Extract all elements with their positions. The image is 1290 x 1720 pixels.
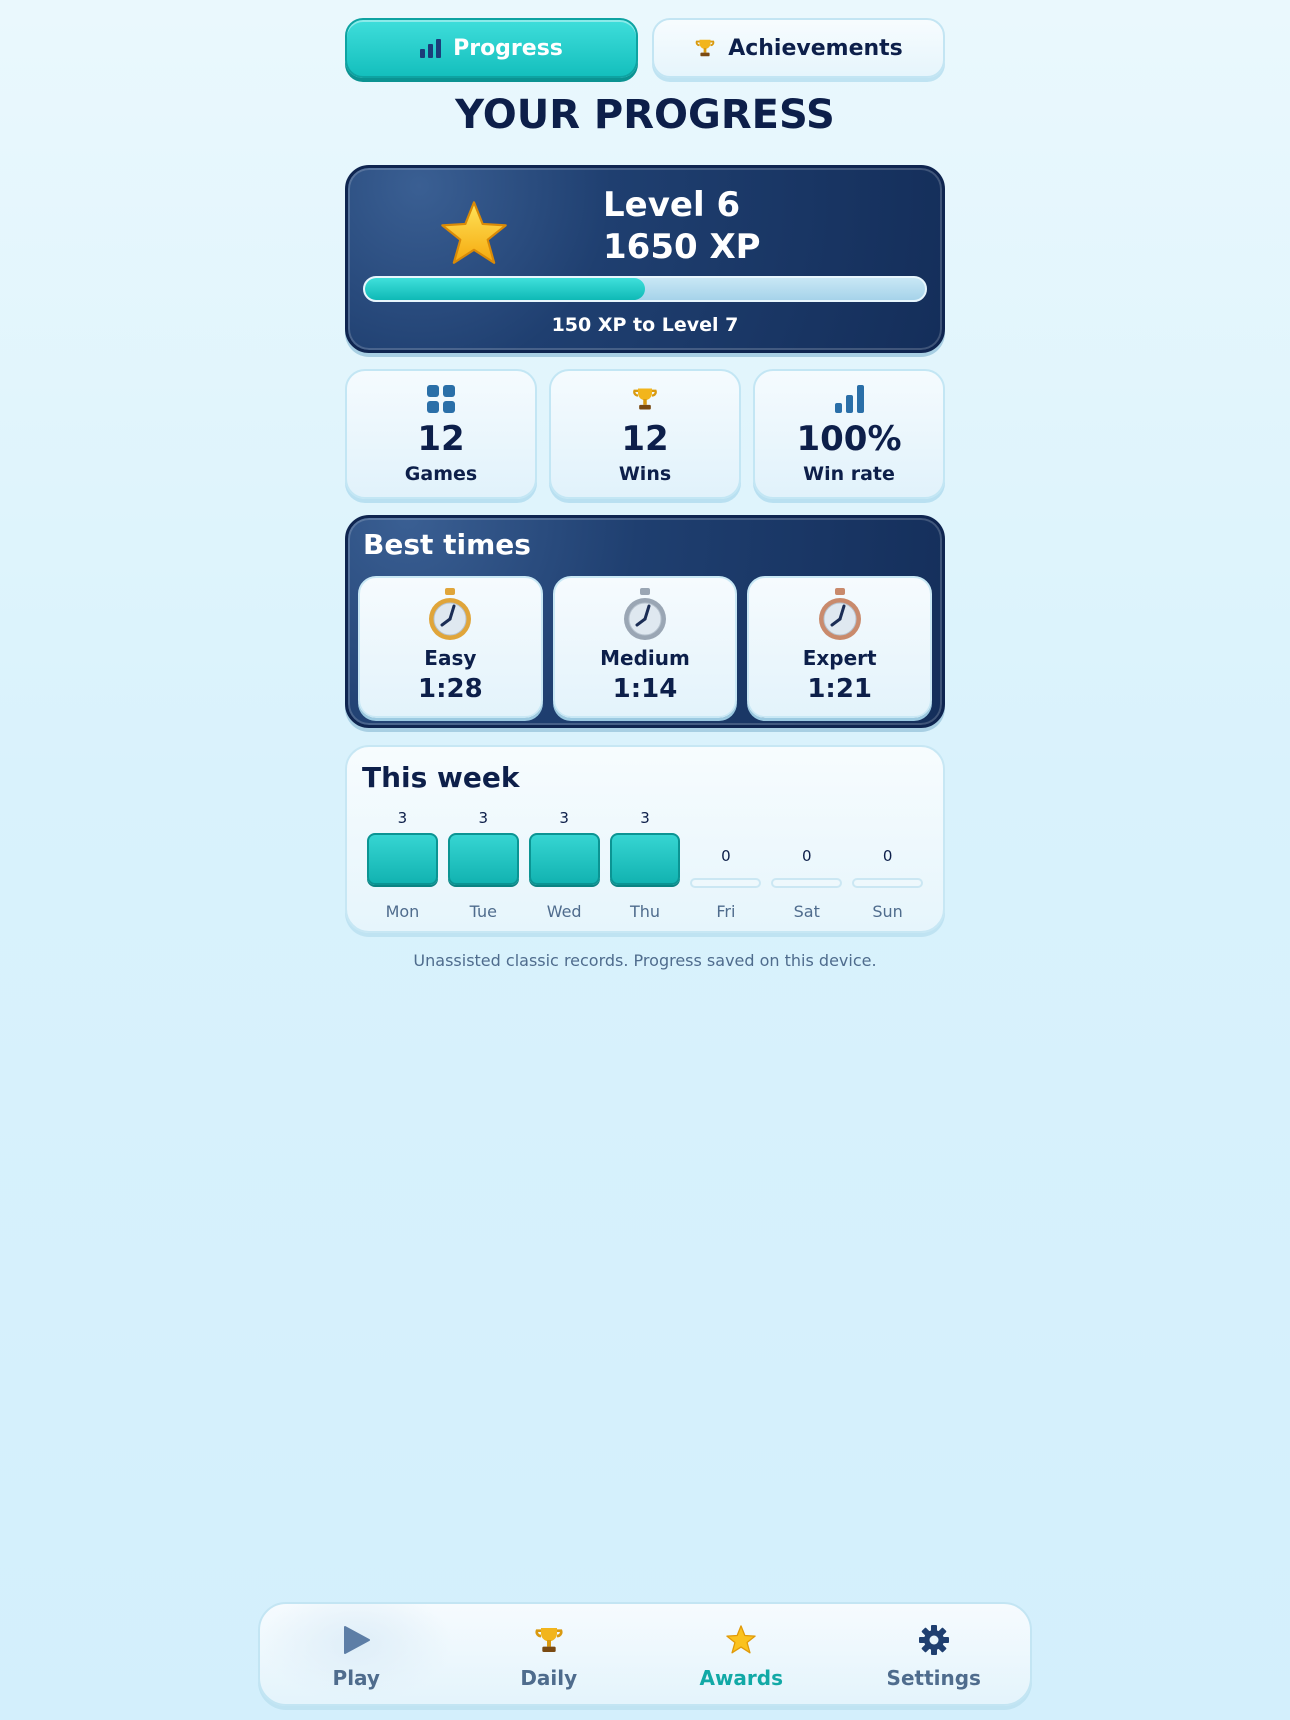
day-name: Sat bbox=[793, 902, 820, 921]
level-info: Level 6 1650 XP bbox=[603, 184, 761, 268]
bar-chart-icon bbox=[834, 383, 864, 413]
stopwatch-icon bbox=[429, 588, 472, 640]
trophy-icon bbox=[695, 39, 715, 57]
difficulty-label: Medium bbox=[600, 646, 690, 670]
nav-awards[interactable]: Awards bbox=[645, 1604, 838, 1704]
best-time-value: 1:28 bbox=[418, 674, 483, 704]
play-icon bbox=[340, 1622, 372, 1658]
stat-label: Games bbox=[404, 463, 478, 485]
best-time-medium: Medium 1:14 bbox=[552, 576, 738, 718]
nav-label: Play bbox=[332, 1666, 380, 1690]
tab-progress[interactable]: Progress bbox=[345, 18, 638, 78]
stopwatch-icon bbox=[624, 588, 666, 640]
day-count: 0 bbox=[721, 847, 731, 865]
day-bar bbox=[852, 878, 924, 888]
stat-wins: 12 Wins bbox=[549, 369, 741, 499]
bar-chart-icon bbox=[420, 38, 442, 58]
tab-label: Progress bbox=[453, 35, 563, 61]
day-column-mon: 3 Mon bbox=[367, 809, 438, 921]
day-name: Fri bbox=[716, 902, 736, 921]
nav-label: Settings bbox=[886, 1666, 981, 1690]
stat-label: Win rate bbox=[803, 463, 895, 485]
best-time-value: 1:14 bbox=[612, 674, 678, 704]
stopwatch-icon bbox=[818, 588, 861, 640]
best-times-row: Easy 1:28 Medium 1:14 Expert 1:21 bbox=[358, 576, 933, 718]
day-count: 3 bbox=[478, 809, 489, 827]
day-count: 0 bbox=[882, 847, 893, 865]
day-name: Sun bbox=[872, 902, 903, 921]
nav-daily[interactable]: Daily bbox=[453, 1604, 646, 1704]
day-bar bbox=[447, 833, 519, 885]
xp-label: 1650 XP bbox=[603, 227, 761, 267]
day-bar bbox=[771, 878, 843, 888]
week-days: 3 Mon 3 Tue 3 Wed 3 Thu 0 Fri 0 Sat 0 Su… bbox=[367, 809, 924, 921]
day-bar bbox=[609, 833, 681, 885]
stats-row: 12 Games 12 Wins 100% Win rate bbox=[345, 369, 945, 499]
stat-win-rate: 100% Win rate bbox=[753, 369, 945, 499]
star-icon bbox=[441, 201, 507, 264]
nav-play[interactable]: Play bbox=[260, 1604, 453, 1704]
day-count: 3 bbox=[640, 809, 650, 827]
day-name: Thu bbox=[629, 902, 661, 921]
day-name: Mon bbox=[385, 902, 420, 921]
stat-label: Wins bbox=[618, 463, 672, 485]
day-bar bbox=[690, 878, 762, 888]
footer-note: Unassisted classic records. Progress sav… bbox=[413, 951, 877, 970]
day-bar bbox=[528, 833, 600, 885]
xp-progress-bar bbox=[363, 276, 927, 302]
difficulty-label: Expert bbox=[802, 646, 877, 670]
day-column-sun: 0 Sun bbox=[852, 809, 924, 921]
difficulty-label: Easy bbox=[424, 646, 477, 670]
xp-next-level: 150 XP to Level 7 bbox=[551, 314, 739, 336]
star-icon bbox=[725, 1622, 757, 1658]
day-count: 3 bbox=[397, 809, 408, 827]
best-times-card: Best times Easy 1:28 Medium 1:14 Expert … bbox=[345, 515, 945, 728]
day-count: 3 bbox=[559, 809, 569, 827]
nav-label: Awards bbox=[699, 1666, 784, 1690]
xp-progress-fill bbox=[365, 278, 645, 300]
best-time-expert: Expert 1:21 bbox=[747, 576, 933, 718]
day-column-thu: 3 Thu bbox=[609, 809, 681, 921]
bottom-nav: Play Daily Awards Settings bbox=[258, 1602, 1032, 1706]
day-column-fri: 0 Fri bbox=[690, 809, 762, 921]
stat-value: 12 bbox=[417, 419, 465, 459]
page-title: YOUR PROGRESS bbox=[455, 92, 835, 138]
stat-value: 12 bbox=[621, 419, 669, 459]
tab-label: Achievements bbox=[728, 35, 903, 61]
tab-bar: Progress Achievements bbox=[345, 18, 945, 78]
day-column-sat: 0 Sat bbox=[771, 809, 843, 921]
gear-icon bbox=[918, 1622, 950, 1658]
level-label: Level 6 bbox=[603, 185, 741, 225]
day-column-tue: 3 Tue bbox=[447, 809, 519, 921]
level-card: Level 6 1650 XP 150 XP to Level 7 bbox=[345, 165, 945, 353]
day-count: 0 bbox=[801, 847, 812, 865]
tab-achievements[interactable]: Achievements bbox=[652, 18, 945, 78]
best-time-easy: Easy 1:28 bbox=[358, 576, 543, 718]
best-times-title: Best times bbox=[363, 528, 531, 561]
stat-games: 12 Games bbox=[345, 369, 537, 499]
day-name: Wed bbox=[546, 902, 582, 921]
this-week-card: This week 3 Mon 3 Tue 3 Wed 3 Thu 0 Fri … bbox=[345, 745, 945, 933]
day-name: Tue bbox=[469, 902, 497, 921]
trophy-icon bbox=[631, 383, 659, 413]
nav-settings[interactable]: Settings bbox=[838, 1604, 1031, 1704]
trophy-icon bbox=[533, 1622, 565, 1658]
nav-label: Daily bbox=[520, 1666, 578, 1690]
stat-value: 100% bbox=[796, 419, 902, 459]
grid-icon bbox=[427, 383, 455, 413]
day-bar bbox=[367, 833, 438, 885]
this-week-title: This week bbox=[362, 761, 520, 794]
best-time-value: 1:21 bbox=[807, 674, 873, 704]
day-column-wed: 3 Wed bbox=[528, 809, 600, 921]
